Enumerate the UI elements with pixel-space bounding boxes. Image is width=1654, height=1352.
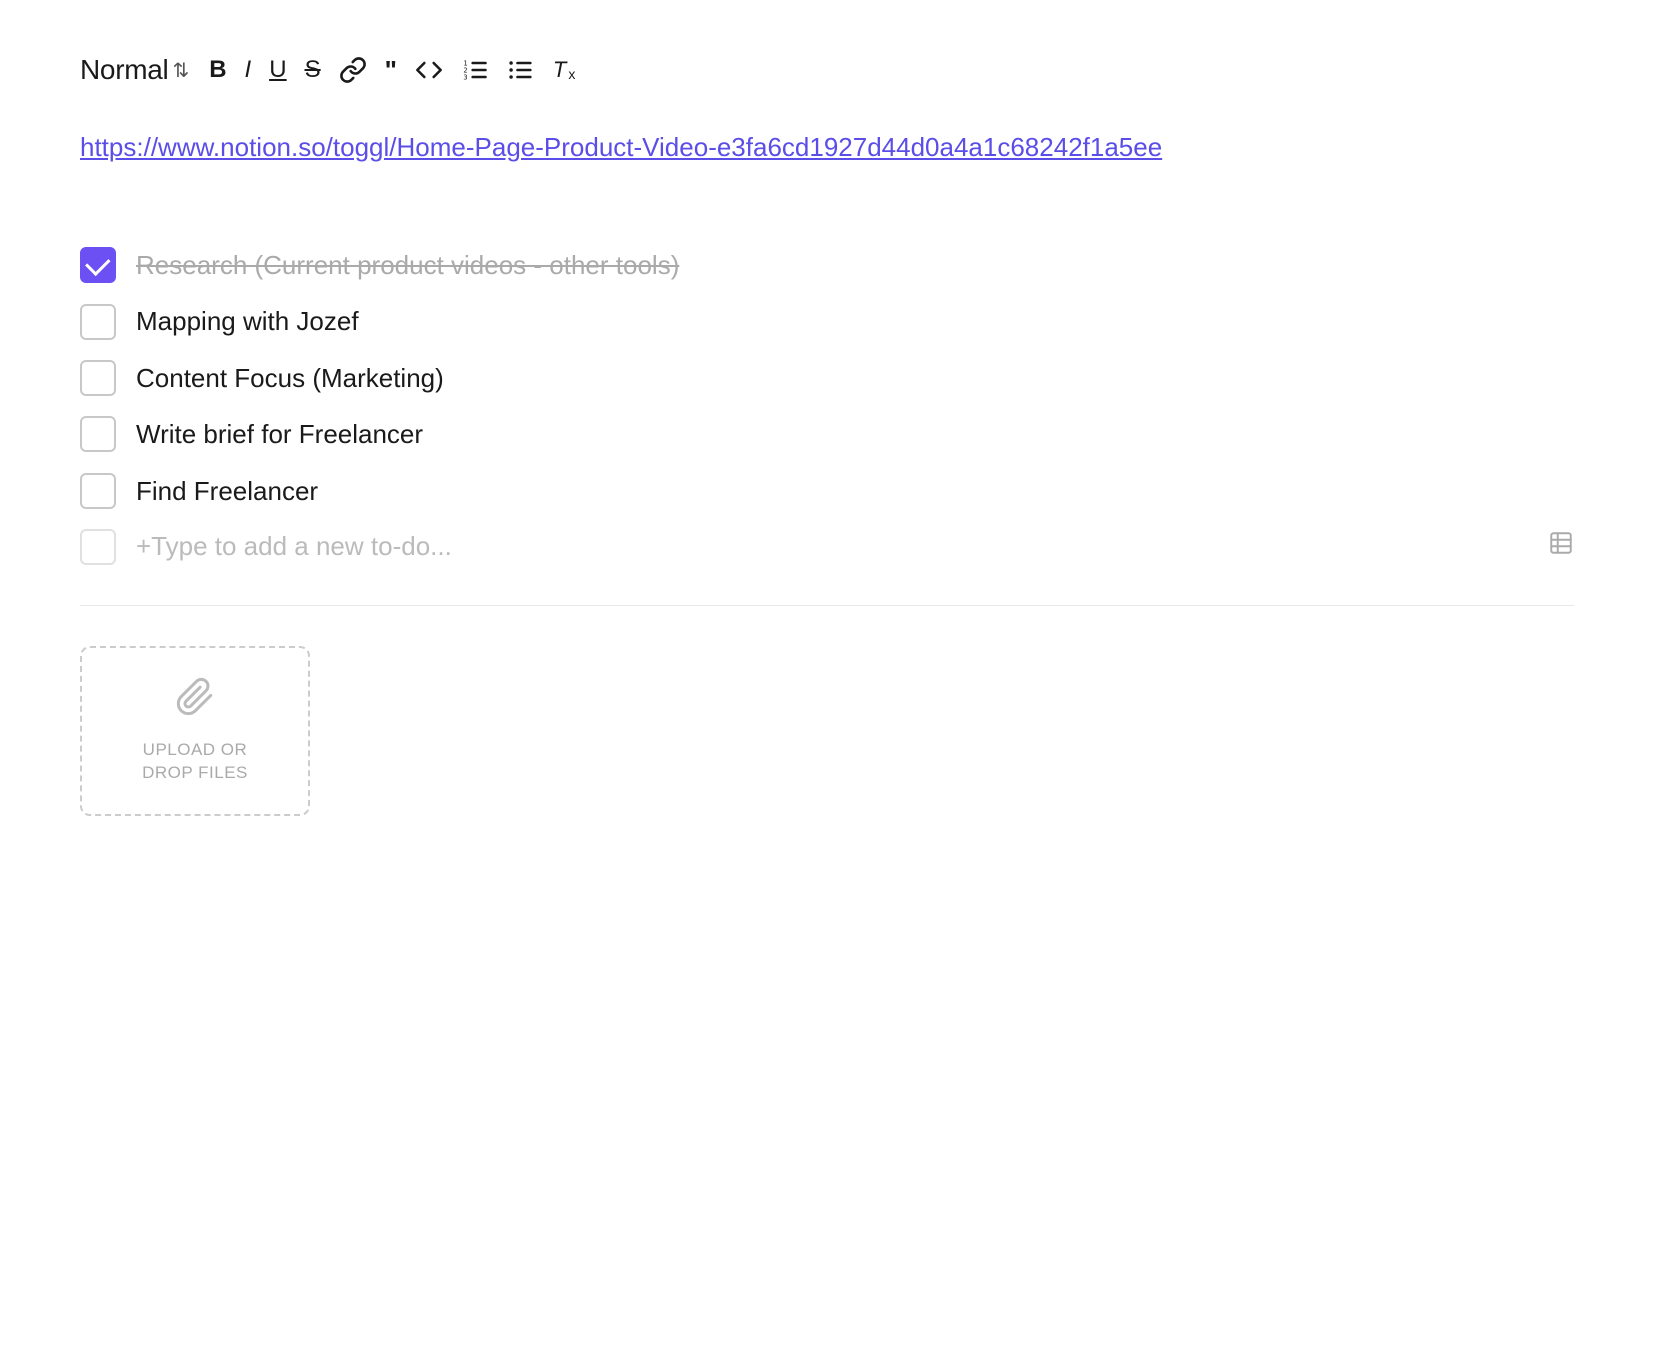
code-icon	[415, 56, 443, 84]
clear-format-icon: Tx	[553, 59, 575, 81]
checklist-label-1: Research (Current product videos - other…	[136, 247, 679, 283]
code-button[interactable]	[409, 52, 449, 88]
unordered-list-icon	[507, 56, 535, 84]
upload-area[interactable]: UPLOAD OR DROP FILES	[80, 646, 310, 816]
checklist-item: Mapping with Jozef	[80, 303, 1574, 339]
bold-button[interactable]: B	[203, 54, 232, 86]
upload-label: UPLOAD OR DROP FILES	[142, 738, 248, 786]
todo-action-icon[interactable]	[1548, 530, 1574, 563]
style-chevron-icon[interactable]: ⇅	[172, 58, 189, 83]
clear-format-button[interactable]: Tx	[547, 55, 581, 85]
content-area: https://www.notion.so/toggl/Home-Page-Pr…	[80, 108, 1574, 816]
formatting-toolbar: Normal ⇅ B I U S " 1 2 3	[80, 40, 1574, 108]
link-icon	[339, 56, 367, 84]
underline-button[interactable]: U	[263, 54, 292, 86]
ordered-list-button[interactable]: 1 2 3	[455, 52, 495, 88]
checkbox-1[interactable]	[80, 247, 116, 283]
checkbox-2[interactable]	[80, 304, 116, 340]
strikethrough-icon: S	[305, 58, 321, 82]
svg-text:3: 3	[463, 73, 467, 81]
style-label: Normal	[80, 54, 168, 86]
italic-button[interactable]: I	[239, 54, 258, 86]
section-divider	[80, 605, 1574, 606]
checklist-label-5: Find Freelancer	[136, 473, 318, 509]
quote-button[interactable]: "	[379, 53, 403, 87]
checklist-item: Research (Current product videos - other…	[80, 247, 1574, 283]
bold-icon: B	[209, 58, 226, 82]
underline-icon: U	[269, 58, 286, 82]
italic-icon: I	[245, 58, 252, 82]
checklist-item: Write brief for Freelancer	[80, 416, 1574, 452]
checklist: Research (Current product videos - other…	[80, 247, 1574, 565]
checkbox-3[interactable]	[80, 360, 116, 396]
checkbox-4[interactable]	[80, 416, 116, 452]
quote-icon: "	[385, 57, 397, 83]
checklist-label-3: Content Focus (Marketing)	[136, 360, 444, 396]
link-button[interactable]	[333, 52, 373, 88]
checklist-item: Find Freelancer	[80, 473, 1574, 509]
ordered-list-icon: 1 2 3	[461, 56, 489, 84]
checklist-label-4: Write brief for Freelancer	[136, 416, 423, 452]
add-todo-checkbox	[80, 529, 116, 565]
checklist-label-2: Mapping with Jozef	[136, 303, 359, 339]
notion-link[interactable]: https://www.notion.so/toggl/Home-Page-Pr…	[80, 132, 1162, 162]
add-todo-input[interactable]	[136, 531, 1528, 562]
checkbox-5[interactable]	[80, 473, 116, 509]
unordered-list-button[interactable]	[501, 52, 541, 88]
link-block: https://www.notion.so/toggl/Home-Page-Pr…	[80, 128, 1574, 167]
strikethrough-button[interactable]: S	[299, 54, 327, 86]
style-selector[interactable]: Normal ⇅	[80, 54, 189, 86]
upload-icon	[175, 677, 215, 726]
checklist-item: Content Focus (Marketing)	[80, 360, 1574, 396]
add-todo-row	[80, 529, 1574, 565]
